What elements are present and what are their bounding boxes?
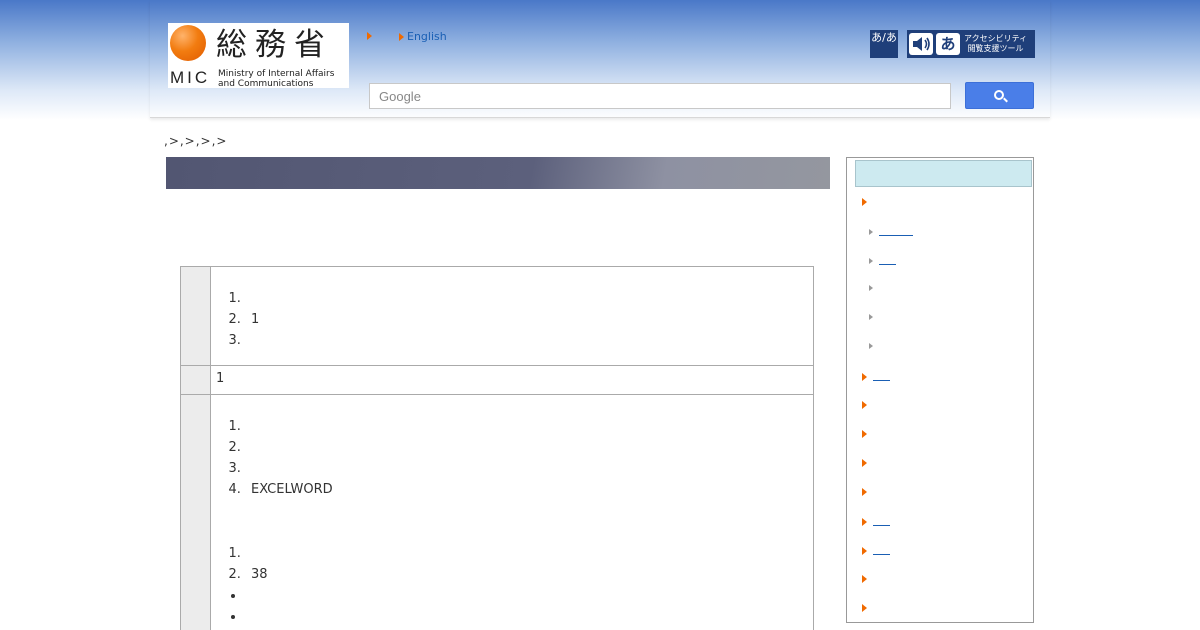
table-cell: 1 [210,365,814,395]
list-item [245,416,813,437]
table-cell: 1 [210,266,814,366]
accessibility-tool-label-line1: アクセシビリティ [964,34,1028,43]
arrow-right-icon [869,343,873,349]
sidebar-nav [846,157,1034,623]
table-row: 1 [180,365,814,395]
font-size-icon: あ/あ [871,31,897,44]
search-input[interactable]: Google [369,83,951,109]
arrow-right-icon [862,546,867,555]
arrow-right-icon [862,198,867,206]
sidebar-link[interactable] [879,235,913,236]
sidebar-item[interactable] [862,430,867,438]
arrow-right-icon [869,285,873,291]
list-item [245,606,813,627]
arrow-right-icon [869,257,873,264]
sidebar-header [855,160,1032,187]
sidebar-item[interactable] [862,198,867,206]
accessibility-tool-label-line2: 閲覧支援ツール [967,44,1024,53]
arrow-right-icon [869,228,873,235]
arrow-right-icon [869,314,873,320]
sidebar-link[interactable] [873,525,890,526]
sidebar-subitem[interactable] [869,343,873,349]
speaker-icon [909,33,933,55]
list-item [245,288,813,309]
sidebar-item[interactable] [862,546,890,555]
arrow-right-icon [862,517,867,526]
list-item: 38 [245,564,813,585]
logo-english-line2: and Communications [218,79,314,89]
arrow-right-icon [862,575,867,583]
sidebar-item[interactable] [862,575,867,583]
page-title-bar [166,157,830,189]
arrow-right-icon [862,430,867,438]
ministry-logo[interactable]: 総務省 MIC Ministry of Internal Affairs and… [168,23,349,89]
list-item [245,543,813,564]
table-header-cell [180,365,211,395]
sidebar-subitem[interactable] [869,227,913,236]
sidebar-item[interactable] [862,401,867,409]
numbered-list: 1 [245,288,813,351]
arrow-right-icon [862,459,867,467]
sidebar-item[interactable] [862,372,890,381]
arrow-right-icon [862,372,867,381]
arrow-right-icon [399,32,404,41]
sidebar-link[interactable] [873,554,890,555]
sidebar-subitem[interactable] [869,314,873,320]
header-link-arrow-icon[interactable] [367,32,372,40]
logo-english-name: Ministry of Internal Affairs and Communi… [218,69,334,89]
accessibility-tool-button[interactable]: あ アクセシビリティ 閲覧支援ツール [907,30,1035,58]
sidebar-item[interactable] [862,488,867,496]
table-header-cell [180,266,211,366]
arrow-right-icon [862,401,867,409]
sidebar-item[interactable] [862,604,867,612]
content-table: 1 1 EXCELWORD 38 [180,266,814,630]
breadcrumb[interactable]: ,>,>,>,> [164,134,227,148]
bullet-list [245,585,813,627]
list-item [245,585,813,606]
list-item [245,458,813,479]
table-cell: EXCELWORD 38 [210,394,814,630]
sidebar-subitem[interactable] [869,256,896,265]
table-row: EXCELWORD 38 [180,394,814,630]
arrow-right-icon [862,604,867,612]
list-item: 1 [245,309,813,330]
table-header-cell [180,394,211,630]
sidebar-link[interactable] [873,380,890,381]
list-item [245,330,813,351]
logo-english-line1: Ministry of Internal Affairs [218,69,335,79]
arrow-right-icon [862,488,867,496]
hiragana-a-icon: あ [936,33,960,55]
sidebar-link[interactable] [879,264,896,265]
numbered-list: EXCELWORD [245,416,813,500]
logo-abbr: MIC [170,68,211,87]
accessibility-tool-label: アクセシビリティ 閲覧支援ツール [964,34,1027,54]
table-row: 1 [180,266,814,366]
search-button[interactable] [965,82,1034,109]
sidebar-item[interactable] [862,459,867,467]
logo-kanji: 総務省 [216,27,333,63]
search-icon-handle [1003,97,1008,103]
list-item [245,437,813,458]
logo-orange-ball [170,25,206,61]
numbered-list: 38 [245,543,813,585]
font-size-button[interactable]: あ/あ [870,30,898,58]
list-item: EXCELWORD [245,479,813,500]
sidebar-item[interactable] [862,517,890,526]
english-link-label: English [407,30,447,43]
english-link[interactable]: English [399,30,447,43]
sidebar-subitem[interactable] [869,285,873,291]
